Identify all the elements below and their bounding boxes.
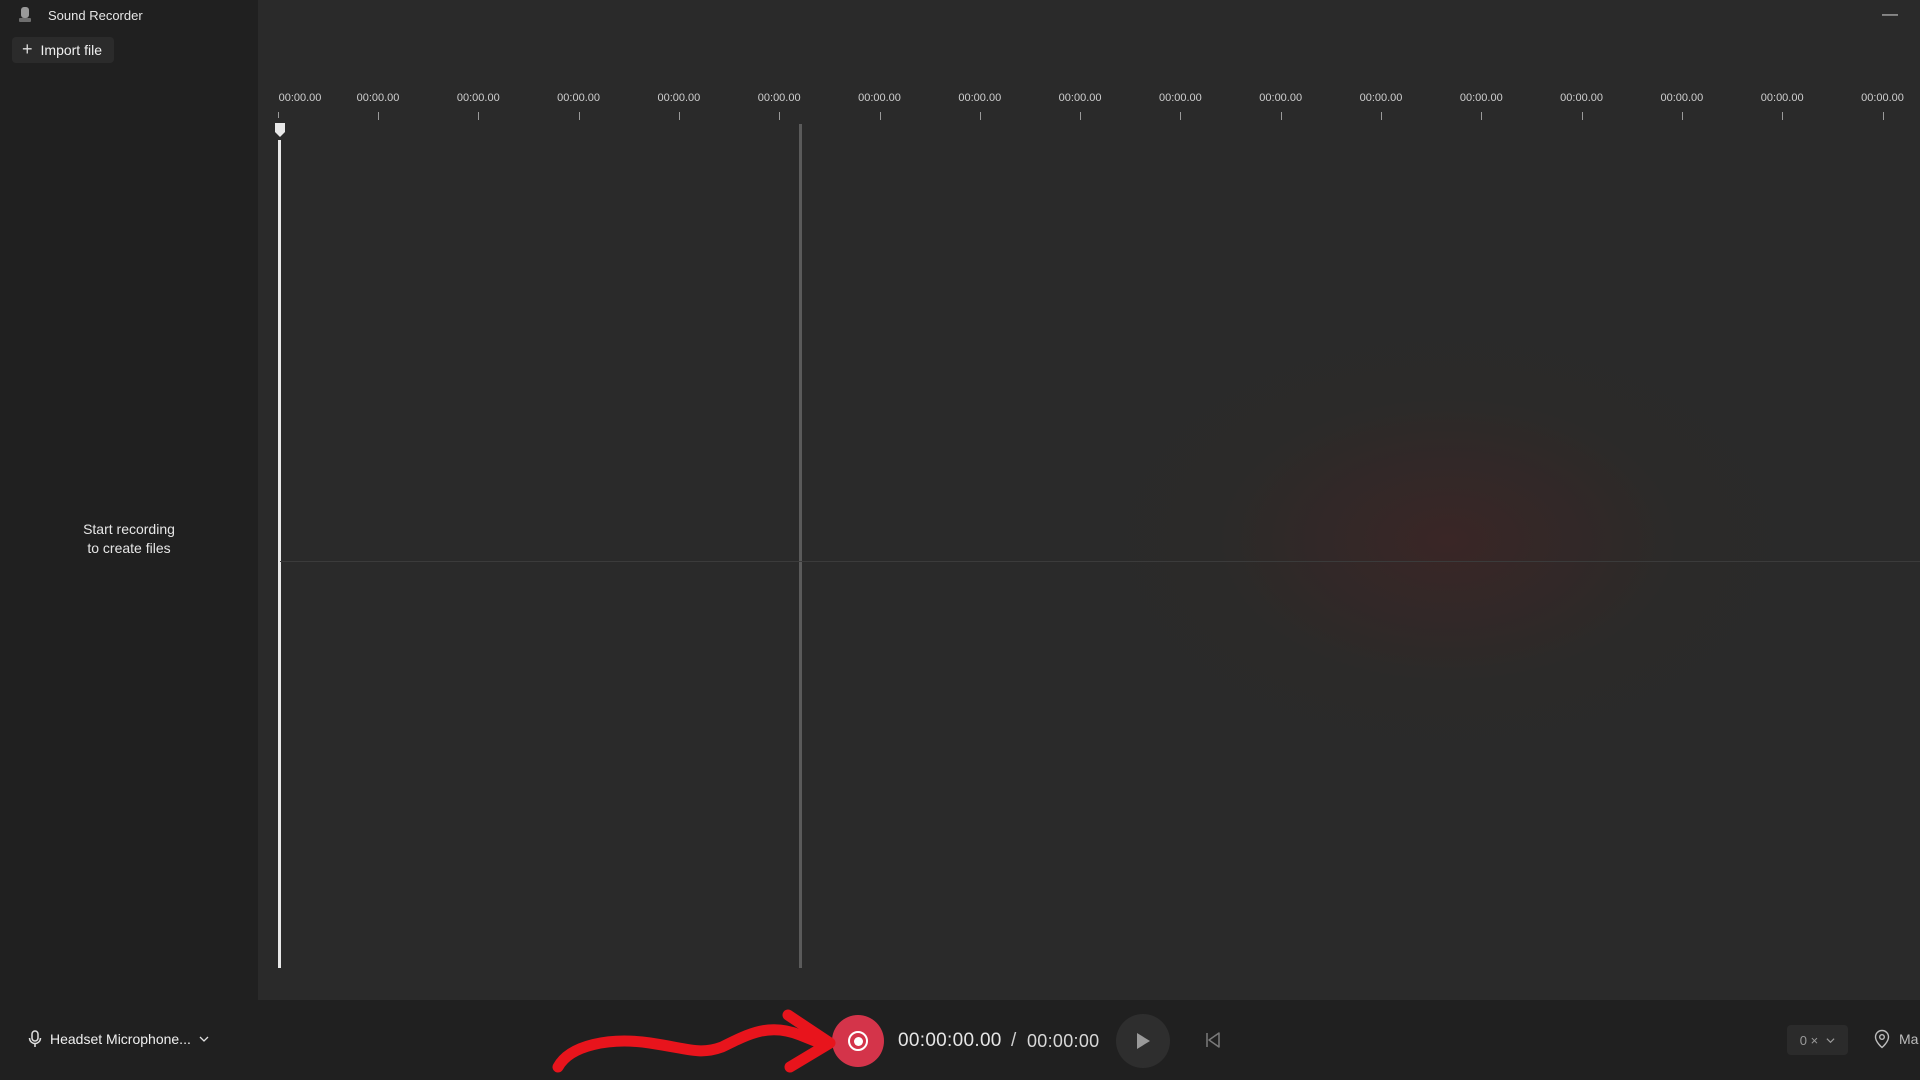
import-file-button[interactable]: + Import file xyxy=(12,37,114,63)
add-marker-button[interactable]: Ma xyxy=(1873,1029,1918,1049)
timeline-tick-label: 00:00.00 xyxy=(1359,92,1403,104)
playhead-handle-icon[interactable] xyxy=(274,122,286,138)
sidebar: Sound Recorder + Import file Start recor… xyxy=(0,0,258,1000)
timeline-tick-mark xyxy=(1882,112,1884,120)
title-bar: Sound Recorder xyxy=(0,0,258,30)
timeline-tick-label: 00:00.00 xyxy=(1158,92,1202,104)
record-icon xyxy=(848,1031,868,1051)
timeline-tick-label: 00:00.00 xyxy=(456,92,500,104)
timeline-tick-label: 00:00.00 xyxy=(858,92,901,104)
control-bar: Headset Microphone... 00:00:00.00 / 00:0… xyxy=(0,1000,1920,1080)
add-marker-label: Ma xyxy=(1899,1031,1919,1047)
timeline-tick-label: 00:00.00 xyxy=(1861,92,1904,104)
chevron-down-icon xyxy=(199,1036,209,1042)
timeline-tick-mark xyxy=(879,112,881,120)
playback-speed-selector[interactable]: 0 × xyxy=(1787,1025,1848,1055)
timeline-tick-label: 00:00.00 xyxy=(657,92,701,104)
playhead-line[interactable] xyxy=(278,140,281,968)
empty-state-line-1: Start recording xyxy=(83,521,175,537)
timeline-tick-mark xyxy=(278,112,279,118)
timeline-tick-mark xyxy=(1782,112,1784,120)
chevron-down-icon xyxy=(1826,1037,1835,1043)
play-icon xyxy=(1137,1033,1150,1049)
total-time: 00:00:00 xyxy=(1027,1031,1100,1051)
timeline-tick-label: 00:00.00 xyxy=(1459,92,1503,104)
playback-speed-label: 0 × xyxy=(1799,1032,1819,1048)
timeline-tick-mark xyxy=(979,112,981,120)
minimize-button[interactable]: — xyxy=(1882,6,1898,24)
timeline-tick-label: 00:00.00 xyxy=(356,92,400,104)
timeline-tick-mark xyxy=(678,112,680,120)
timeline-area: — 00:00.00 00:00.00 00:00.00 00:00.00 00:00.… xyxy=(258,0,1920,1000)
plus-icon: + xyxy=(22,39,33,59)
timeline-tick-label: 00:00.00 xyxy=(557,92,601,104)
timeline-tick-label: 00:00.00 xyxy=(1058,92,1102,104)
play-button[interactable] xyxy=(1116,1014,1170,1068)
timeline-tick-label: 00:00.00 xyxy=(1259,92,1303,104)
microphone-icon xyxy=(28,1030,42,1047)
empty-state-line-2: to create files xyxy=(87,540,171,556)
timeline-tick-mark xyxy=(378,112,379,120)
timeline-tick-label: 00:00.00 xyxy=(1560,92,1604,104)
empty-state-message: Start recording to create files xyxy=(0,520,258,558)
timeline-tick-label: 00:00.00 xyxy=(278,92,322,104)
timeline-tick-mark xyxy=(578,112,580,120)
recording-position-line xyxy=(799,124,802,968)
sound-recorder-window: Sound Recorder + Import file Start recor… xyxy=(0,0,1920,1080)
timeline-tick-mark xyxy=(478,112,480,120)
skip-to-start-icon[interactable] xyxy=(1204,1030,1222,1050)
timeline-tick-mark xyxy=(1180,112,1182,120)
location-pin-icon xyxy=(1874,1029,1890,1049)
timeline-tick-label: 00:00.00 xyxy=(757,92,801,104)
microphone-selector[interactable]: Headset Microphone... xyxy=(28,1030,209,1048)
timeline-tick-mark xyxy=(1581,112,1583,120)
app-title: Sound Recorder xyxy=(48,8,143,23)
time-separator: / xyxy=(1011,1030,1017,1051)
timeline-tick-label: 00:00.00 xyxy=(1760,92,1804,104)
timeline-tick-mark xyxy=(1280,112,1282,120)
import-file-label: Import file xyxy=(40,42,102,58)
timeline-tick-mark xyxy=(1381,112,1382,120)
timeline-tick-label: 00:00.00 xyxy=(958,92,1002,104)
timeline-ruler: 00:00.00 00:00.00 00:00.00 00:00.00 00:00.00… xyxy=(258,90,1920,120)
timeline-tick-label: 00:00.00 xyxy=(1660,92,1704,104)
app-icon xyxy=(19,7,31,22)
record-button[interactable] xyxy=(832,1015,884,1067)
microphone-label: Headset Microphone... xyxy=(50,1031,191,1047)
timeline-tick-mark xyxy=(1481,112,1483,120)
waveform-center-line xyxy=(280,561,1920,562)
timeline-tick-mark xyxy=(779,112,781,120)
current-time: 00:00:00.00 xyxy=(898,1030,1002,1051)
timeline-tick-mark xyxy=(1080,112,1082,120)
timeline-tick-mark xyxy=(1681,112,1683,120)
